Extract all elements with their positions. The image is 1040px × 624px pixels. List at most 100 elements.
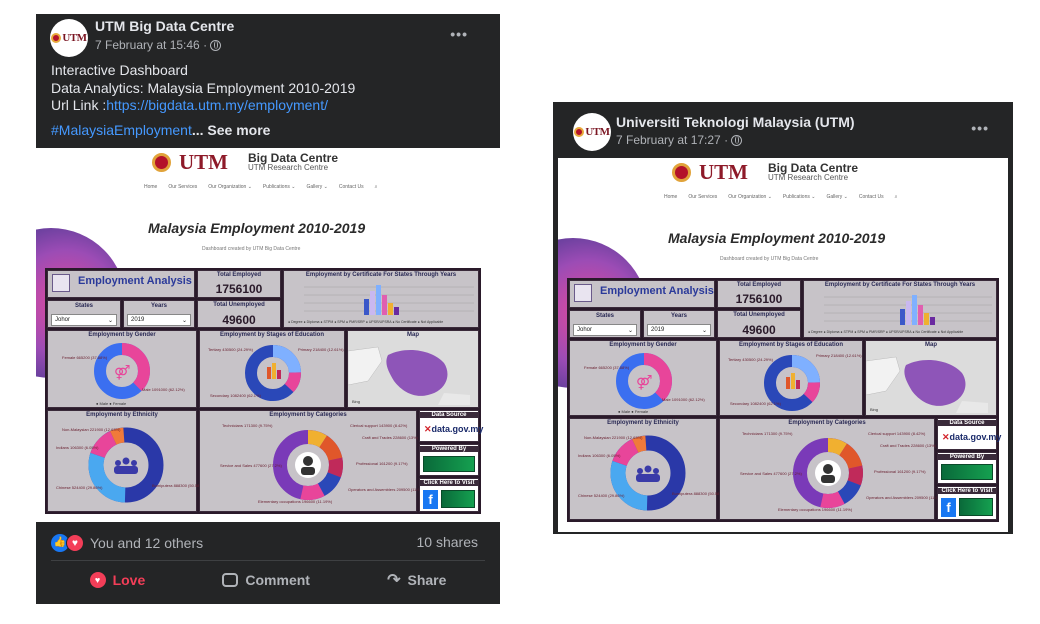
post-tag-line: #MalaysiaEmployment... See more [51, 122, 491, 140]
johor-map[interactable] [866, 351, 996, 413]
search-icon: ⌕ [374, 184, 378, 190]
page-name[interactable]: UTM Big Data Centre [95, 18, 234, 34]
more-options-icon[interactable]: ••• [450, 26, 468, 42]
see-more-link[interactable]: ... See more [192, 122, 271, 138]
edu-primary-label: Primary 218400 (12.61%) [298, 347, 344, 352]
page-name[interactable]: Universiti Teknologi Malaysia (UTM) [616, 114, 855, 130]
globe-icon [210, 39, 222, 51]
nav-item: Home [144, 184, 158, 190]
page-avatar[interactable]: UTM [50, 19, 88, 57]
total-unemployed-label: Total Unemployed [213, 302, 265, 308]
post-actions: ♥ Love Comment ↷ Share [51, 565, 485, 595]
eth-non-malaysian-label: Non-Malaysian 221900 (12.63%) [62, 427, 121, 432]
years-select[interactable]: 2019 ⌄ [647, 324, 711, 336]
data-source-label: Data Source [938, 420, 996, 426]
education-title: Employment by Stages of Education [219, 332, 324, 338]
dashboard-grid: Employment Analysis Total Employed 17561… [45, 268, 483, 514]
states-select[interactable]: Johor ⌄ [573, 324, 637, 336]
page-avatar[interactable]: UTM [573, 113, 611, 151]
gender-donut-chart: ⚤ [94, 343, 150, 399]
gender-legend: ● Male ● Female [96, 401, 127, 406]
map-title: Map [407, 332, 419, 338]
more-options-icon[interactable]: ••• [971, 120, 989, 136]
total-employed-label: Total Employed [216, 272, 262, 278]
edu-secondary-label: Secondary 1082400 (62.1%) [210, 393, 261, 398]
hashtag-link[interactable]: #MalaysiaEmployment [51, 122, 192, 138]
nav-item: Contact Us [338, 184, 364, 190]
cat-professional-label: Professional 161200 (9.17%) [874, 469, 926, 474]
map-panel: Map Bing [865, 340, 997, 416]
chevron-down-icon: ⌄ [627, 328, 633, 334]
map-credit: Bing [870, 407, 879, 412]
comment-button[interactable]: Comment [222, 572, 310, 588]
site-logo: UTM Big Data Centre UTM Research Centre [152, 152, 338, 173]
data-source-panel[interactable]: Data Source ✕data.gov.my [937, 418, 1001, 450]
reactions-summary[interactable]: 👍 ♥ You and 12 others [51, 534, 203, 552]
total-unemployed-panel: Total Unemployed 49600 [717, 310, 801, 338]
cat-clerical-label: Clerical support 143900 (8.42%) [868, 431, 926, 436]
states-select[interactable]: Johor ⌄ [51, 314, 117, 326]
gender-title: Employment by Gender [88, 332, 156, 338]
powered-label: Powered By [420, 446, 478, 452]
data-source-panel[interactable]: Data Source ✕data.gov.my [419, 410, 483, 442]
powered-label: Powered By [938, 454, 996, 460]
years-select[interactable]: 2019 ⌄ [127, 314, 191, 326]
nav-item: Home [664, 194, 678, 200]
svg-text:⚤: ⚤ [114, 364, 130, 380]
eth-indians-label: Indians 106300 (6.05%) [56, 445, 99, 450]
ethnicity-title: Employment by Ethnicity [86, 412, 158, 418]
search-icon: ⌕ [894, 194, 898, 200]
share-icon: ↷ [387, 572, 401, 589]
total-employed-panel: Total Employed 1756100 [197, 270, 281, 298]
chevron-down-icon: ⌄ [107, 318, 113, 324]
reactions-text: You and 12 others [90, 535, 204, 551]
globe-icon [731, 134, 743, 146]
years-label: Years [150, 303, 168, 309]
nav-item: Gallery ⌄ [826, 194, 848, 200]
visit-banner [959, 498, 993, 516]
click-visit-panel[interactable]: Click Here to Visit f [937, 486, 997, 520]
gender-title: Employment by Gender [609, 342, 677, 348]
post-card-utm-big-data-centre: UTM UTM Big Data Centre 7 February at 15… [36, 14, 500, 604]
cat-professional-label: Professional 161200 (9.17%) [356, 461, 408, 466]
cat-craft-label: Craft and Trades 228600 (13%) [362, 435, 419, 440]
datagov-mark-icon: ✕ [942, 432, 950, 442]
avatar-text: UTM [585, 126, 610, 138]
share-label: Share [407, 572, 447, 588]
total-employed-value: 1756100 [735, 292, 783, 306]
powered-by-panel[interactable]: Powered By [419, 444, 479, 476]
comment-icon [222, 573, 239, 587]
cat-elementary-label: Elementary occupations 196600 (11.19%) [778, 507, 853, 512]
svg-text:● Degree ● Diploma ● STPM ● SP: ● Degree ● Diploma ● STPM ● SPM ● PMR/SR… [808, 330, 963, 334]
click-visit-panel[interactable]: Click Here to Visit f [419, 478, 479, 512]
love-icon: ♥ [89, 572, 106, 588]
edu-tertiary-label: Tertiary 430500 (24.29%) [208, 347, 253, 352]
edu-tertiary-label: Tertiary 430500 (24.29%) [728, 357, 773, 362]
categories-title: Employment by Categories [269, 412, 347, 418]
post-timestamp[interactable]: 7 February at 15:46 · [95, 38, 207, 52]
edu-secondary-label: Secondary 1082400 (62.1%) [730, 401, 781, 406]
map-title: Map [925, 342, 937, 348]
nav-item: Our Organization ⌄ [208, 184, 252, 190]
ethnicity-title: Employment by Ethnicity [607, 420, 679, 426]
years-value: 2019 [131, 317, 145, 323]
utm-logo-text: UTM [699, 160, 748, 184]
johor-map[interactable] [348, 341, 478, 405]
shares-count[interactable]: 10 shares [417, 534, 478, 550]
dashboard-image[interactable]: UTM Big Data Centre UTM Research Centre … [558, 158, 1008, 532]
post-timestamp[interactable]: 7 February at 17:27 · [616, 133, 728, 147]
post-url-link[interactable]: https://bigdata.utm.my/employment/ [106, 97, 328, 113]
cat-service-label: Service and Sales 477600 (27.2%) [220, 463, 282, 468]
education-title: Employment by Stages of Education [738, 342, 843, 348]
share-button[interactable]: ↷ Share [387, 570, 446, 590]
categories-title: Employment by Categories [788, 420, 866, 426]
years-panel: Years 2019 ⌄ [643, 310, 715, 338]
powered-by-panel[interactable]: Powered By [937, 452, 997, 484]
post-text: Interactive Dashboard Data Analytics: Ma… [51, 62, 491, 139]
map-panel: Map Bing [347, 330, 479, 408]
analysis-icon [574, 284, 592, 302]
dashboard-image[interactable]: UTM Big Data Centre UTM Research Centre … [36, 148, 500, 522]
post-card-utm: UTM Universiti Teknologi Malaysia (UTM) … [553, 102, 1013, 534]
love-button[interactable]: ♥ Love [89, 572, 145, 588]
nav-item: Publications ⌄ [782, 194, 816, 200]
